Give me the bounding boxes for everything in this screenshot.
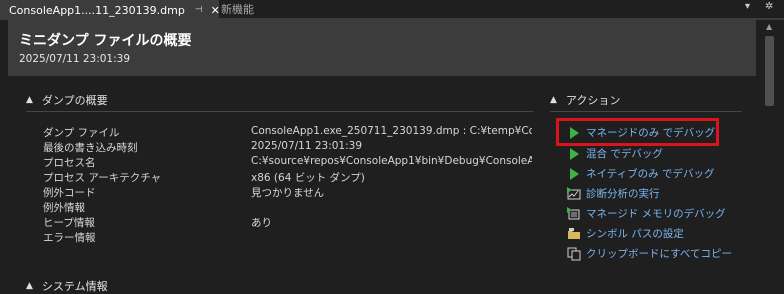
action-label: ネイティブのみ でデバッグ [586, 168, 715, 180]
action-debug-native-only[interactable]: ネイティブのみ でデバッグ [567, 166, 715, 181]
highlight-box [556, 118, 719, 146]
copy-icon [567, 247, 581, 261]
scroll-up-arrow-icon[interactable]: ▲ [766, 22, 772, 31]
info-label-error-info: エラー情報 [43, 232, 96, 244]
action-set-symbol-paths[interactable]: シンボル パスの設定 [567, 226, 684, 241]
page-header: ミニダンプ ファイルの概要 2025/07/11 23:01:39 [8, 20, 756, 76]
info-label-heap-info: ヒープ情報 [43, 217, 95, 229]
dump-summary-heading: ダンプの概要 [41, 94, 108, 107]
info-value-process-name: C:¥source¥repos¥ConsoleApp1¥bin¥Debug¥Co… [251, 155, 532, 167]
info-value-process-architecture: x86 (64 ビット ダンプ) [251, 172, 365, 184]
tab-whats-new-title: 新機能 [221, 3, 254, 16]
info-label-process-name: プロセス名 [43, 157, 96, 169]
system-info-header[interactable]: ▲ システム情報 [26, 278, 108, 294]
play-icon [567, 167, 581, 181]
action-label: クリップボードにすべてコピー [586, 248, 732, 260]
action-label: シンボル パスの設定 [586, 228, 684, 240]
action-label: 診断分析の実行 [586, 188, 660, 200]
memory-icon [567, 206, 581, 221]
pin-icon[interactable]: ⊣ [195, 5, 203, 15]
info-label-last-write-time: 最後の書き込み時刻 [43, 142, 138, 154]
collapse-caret-icon: ▲ [26, 95, 33, 105]
vertical-scrollbar[interactable]: ▲ [756, 20, 784, 294]
settings-icon[interactable]: ✲ [765, 1, 773, 12]
action-copy-all-to-clipboard[interactable]: クリップボードにすべてコピー [567, 246, 732, 261]
action-label: 混合 でデバッグ [586, 148, 663, 160]
document-tab-bar: ConsoleApp1....11_230139.dmp ⊣ ✕ 新機能 ▾ ✲ [0, 0, 784, 19]
scrollbar-thumb[interactable] [765, 36, 774, 106]
info-value-dump-file: ConsoleApp1.exe_250711_230139.dmp : C:¥t… [251, 125, 532, 137]
info-label-exception-code: 例外コード [43, 187, 96, 199]
dump-summary-header[interactable]: ▲ ダンプの概要 [26, 92, 108, 108]
info-label-process-architecture: プロセス アーキテクチャ [43, 172, 162, 184]
info-value-heap-info: あり [251, 217, 272, 229]
action-label: マネージド メモリのデバッグ [586, 208, 726, 220]
play-icon [567, 147, 581, 161]
actions-header[interactable]: ▲ アクション [550, 92, 620, 108]
folder-icon [567, 227, 581, 241]
collapse-caret-icon: ▲ [550, 95, 557, 105]
action-debug-managed-memory[interactable]: マネージド メモリのデバッグ [567, 206, 726, 221]
info-label-exception-info: 例外情報 [43, 202, 85, 214]
section-divider [26, 111, 533, 112]
info-value-last-write-time: 2025/07/11 23:01:39 [251, 140, 363, 152]
system-info-heading: システム情報 [41, 280, 108, 293]
info-value-exception-code: 見つかりません [251, 187, 325, 199]
tab-list-dropdown-icon[interactable]: ▾ [745, 1, 750, 12]
tab-dump-file[interactable]: ConsoleApp1....11_230139.dmp ⊣ ✕ [0, 0, 220, 19]
tab-dump-file-title: ConsoleApp1....11_230139.dmp [9, 3, 185, 17]
section-divider [550, 111, 742, 112]
info-label-dump-file: ダンプ ファイル [43, 127, 120, 139]
actions-heading: アクション [565, 94, 621, 107]
tab-whats-new[interactable]: 新機能 [221, 0, 254, 18]
dump-summary-page: ミニダンプ ファイルの概要 2025/07/11 23:01:39 ▲ ダンプの… [0, 20, 756, 294]
close-icon[interactable]: ✕ [211, 4, 220, 17]
diagnostics-icon [567, 186, 581, 201]
collapse-caret-icon: ▲ [26, 281, 33, 291]
action-run-diagnostics[interactable]: 診断分析の実行 [567, 186, 660, 201]
page-date: 2025/07/11 23:01:39 [19, 53, 131, 65]
action-debug-mixed[interactable]: 混合 でデバッグ [567, 146, 663, 161]
page-title: ミニダンプ ファイルの概要 [19, 33, 192, 49]
